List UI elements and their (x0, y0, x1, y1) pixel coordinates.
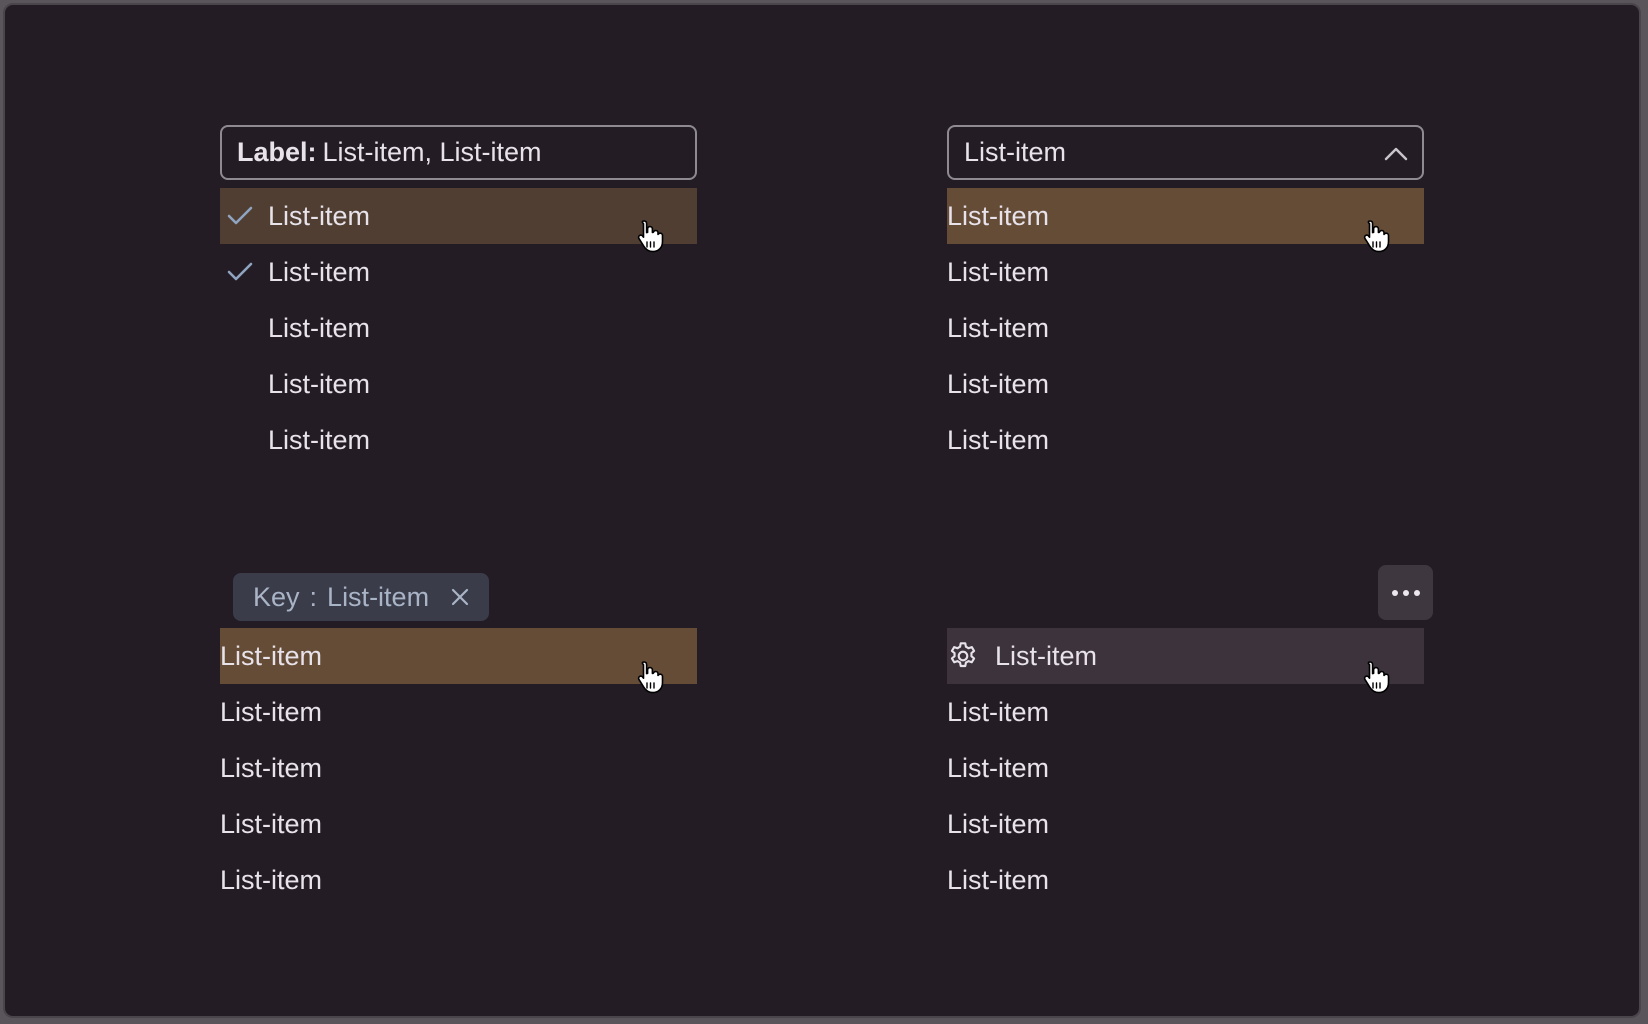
menu-item[interactable]: List-item (947, 796, 1424, 852)
menu-item[interactable]: List-item (947, 740, 1424, 796)
filter-chip-separator: : (309, 581, 318, 612)
menu-item-label: List-item (947, 753, 1050, 783)
select-value: List-item (964, 137, 1067, 167)
filter-chip[interactable]: Key : List-item (233, 573, 489, 621)
filter-option-label: List-item (220, 753, 323, 783)
filter-option[interactable]: List-item (220, 796, 697, 852)
check-icon (226, 202, 254, 230)
select-option[interactable]: List-item (947, 356, 1424, 412)
chevron-up-icon (1384, 137, 1408, 168)
filter-option[interactable]: List-item (220, 684, 697, 740)
multiselect-item[interactable]: List-item (220, 356, 697, 412)
check-icon (226, 258, 254, 286)
select-option-label: List-item (947, 201, 1050, 231)
select-option[interactable]: List-item (947, 188, 1424, 244)
filter-option[interactable]: List-item (220, 628, 697, 684)
close-icon[interactable] (451, 588, 469, 606)
filter-option-label: List-item (220, 865, 323, 895)
multiselect-item[interactable]: List-item (220, 412, 697, 468)
menu-item[interactable]: List-item (947, 852, 1424, 908)
filter-chip-value: List-item (327, 581, 430, 612)
select-option-label: List-item (947, 313, 1050, 343)
multiselect-item-label: List-item (268, 201, 371, 231)
filter-option[interactable]: List-item (220, 740, 697, 796)
filter-option-label: List-item (220, 641, 323, 671)
multiselect-item[interactable]: List-item (220, 188, 697, 244)
more-options-button[interactable] (1378, 565, 1433, 620)
select-option-label: List-item (947, 257, 1050, 287)
filter-option-label: List-item (220, 809, 323, 839)
multiselect-input[interactable]: Label: List-item, List-item (220, 125, 697, 180)
menu-item[interactable]: List-item (947, 684, 1424, 740)
filter-option[interactable]: List-item (220, 852, 697, 908)
menu-item-label: List-item (947, 865, 1050, 895)
select-option-label: List-item (947, 425, 1050, 455)
select-option[interactable]: List-item (947, 300, 1424, 356)
select-input[interactable]: List-item (947, 125, 1424, 180)
menu-item-label: List-item (947, 697, 1050, 727)
multiselect-item-label: List-item (268, 369, 371, 399)
select-option-label: List-item (947, 369, 1050, 399)
multiselect-item[interactable]: List-item (220, 244, 697, 300)
gear-icon (947, 640, 979, 672)
menu-item-label: List-item (947, 809, 1050, 839)
multiselect-item-label: List-item (268, 313, 371, 343)
multiselect-item-label: List-item (268, 425, 371, 455)
filter-option-label: List-item (220, 697, 323, 727)
multiselect-label: Label: (237, 137, 317, 167)
menu-item-label: List-item (995, 641, 1098, 671)
app-window: Label: List-item, List-item List-item Li… (3, 3, 1641, 1018)
more-horizontal-icon (1391, 584, 1421, 602)
filter-chip-key: Key (253, 581, 300, 612)
multiselect-item[interactable]: List-item (220, 300, 697, 356)
menu-item-settings[interactable]: List-item (947, 628, 1424, 684)
select-option[interactable]: List-item (947, 412, 1424, 468)
multiselect-value: List-item, List-item (322, 137, 542, 167)
select-option[interactable]: List-item (947, 244, 1424, 300)
multiselect-item-label: List-item (268, 257, 371, 287)
